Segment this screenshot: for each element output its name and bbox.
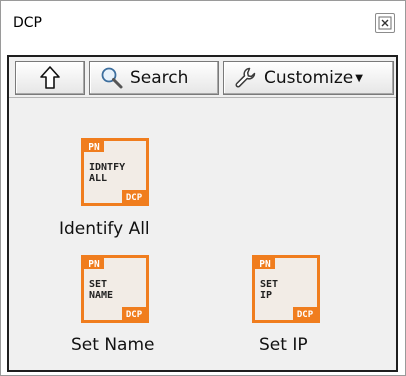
icon-line-2: ALL: [89, 173, 107, 184]
item-label-set-name: Set Name: [71, 335, 155, 355]
set-name-icon[interactable]: PN SET NAME DCP: [81, 255, 149, 323]
icon-line-2: IP: [260, 290, 272, 301]
icon-line-1: SET: [89, 279, 107, 290]
identify-all-icon[interactable]: PN IDNTFY ALL DCP: [81, 138, 149, 206]
search-button[interactable]: Search: [89, 61, 219, 95]
function-palette: Search Customize ▼ PN IDNTFY ALL DCP Ide…: [7, 55, 398, 372]
icon-footer: DCP: [126, 310, 143, 320]
up-arrow-icon: [40, 66, 60, 89]
dropdown-arrow-icon: ▼: [355, 72, 363, 84]
palette-toolbar: Search Customize ▼: [11, 59, 394, 97]
customize-label: Customize: [264, 68, 354, 88]
close-icon: [378, 16, 392, 30]
magnifier-icon: [101, 67, 123, 89]
icon-badge: PN: [88, 259, 100, 270]
title-bar[interactable]: DCP: [1, 1, 405, 45]
item-label-set-ip: Set IP: [259, 335, 308, 355]
icon-footer: DCP: [297, 310, 314, 320]
icon-footer: DCP: [126, 193, 143, 203]
set-ip-icon[interactable]: PN SET IP DCP: [252, 255, 320, 323]
palette-window: DCP Search Customize ▼ PN IDNTFY ALL DCP…: [0, 0, 406, 376]
customize-button[interactable]: Customize ▼: [223, 61, 394, 95]
window-title: DCP: [13, 15, 42, 31]
icon-line-2: NAME: [89, 290, 113, 301]
icon-line-1: SET: [260, 279, 278, 290]
search-label: Search: [130, 68, 189, 88]
icon-badge: PN: [88, 142, 100, 153]
icon-badge: PN: [259, 259, 271, 270]
icon-line-1: IDNTFY: [89, 162, 125, 173]
up-button[interactable]: [15, 61, 85, 95]
item-label-identify-all: Identify All: [59, 219, 150, 239]
palette-content: PN IDNTFY ALL DCP Identify All PN SET NA…: [9, 98, 396, 370]
close-button[interactable]: [375, 13, 395, 33]
wrench-icon: [235, 67, 256, 88]
